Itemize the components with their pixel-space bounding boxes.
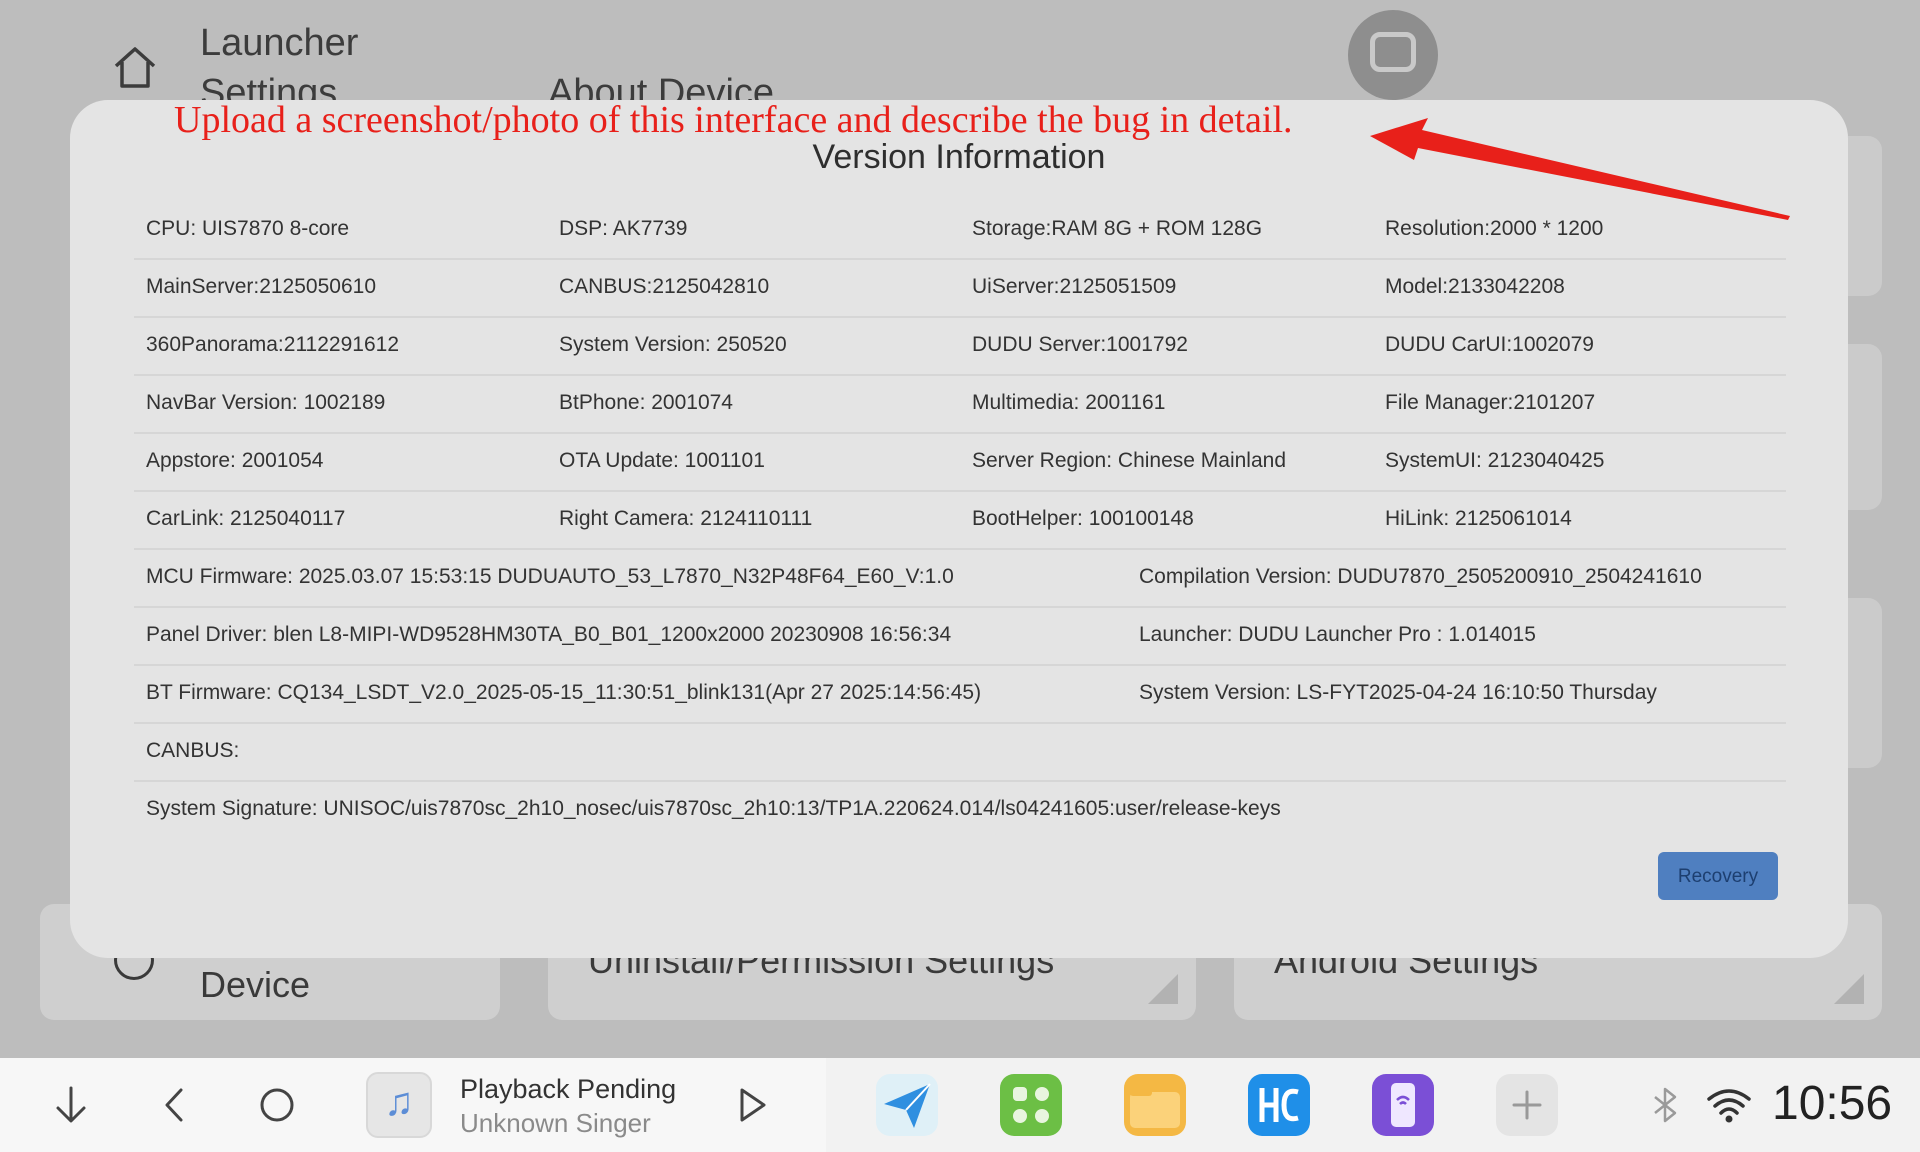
info-cell: CPU: UIS7870 8-core	[146, 217, 350, 240]
recovery-button[interactable]: Recovery	[1658, 852, 1778, 900]
background-header: Launcher Settings About Device	[0, 0, 1920, 114]
corner-triangle-icon	[1834, 974, 1864, 1004]
info-cell: File Manager:2101207	[1385, 391, 1596, 414]
car-seat-icon	[1370, 32, 1416, 72]
down-arrow-icon[interactable]	[46, 1080, 96, 1130]
taskbar: ♫ Playback Pending Unknown Singer 10:56	[0, 1058, 1920, 1152]
system-signature: System Signature: UNISOC/uis7870sc_2h10_…	[146, 797, 1281, 820]
home-circle-icon[interactable]	[252, 1080, 302, 1130]
info-cell: MainServer:2125050610	[146, 275, 376, 298]
hicar-app-icon[interactable]	[1248, 1074, 1310, 1136]
info-cell: OTA Update: 1001101	[559, 449, 765, 472]
canbus-label: CANBUS:	[146, 739, 240, 762]
track-title: Playback Pending	[460, 1074, 677, 1104]
navigation-app-icon[interactable]	[876, 1074, 938, 1136]
info-cell: DSP: AK7739	[559, 217, 688, 240]
info-row: NavBar Version: 1002189 BtPhone: 2001074…	[134, 374, 1786, 434]
play-icon[interactable]	[726, 1080, 776, 1130]
annotation-arrow-icon	[1370, 118, 1790, 220]
track-artist: Unknown Singer	[460, 1108, 651, 1138]
info-cell: Storage:RAM 8G + ROM 128G	[972, 217, 1263, 240]
info-cell: CANBUS:2125042810	[559, 275, 770, 298]
info-cell: UiServer:2125051509	[972, 275, 1177, 298]
panel-driver: Panel Driver: blen L8-MIPI-WD9528HM30TA_…	[146, 623, 952, 646]
info-cell: Multimedia: 2001161	[972, 391, 1166, 414]
info-row: MainServer:2125050610 CANBUS:2125042810 …	[134, 258, 1786, 318]
info-cell: BtPhone: 2001074	[559, 391, 733, 414]
info-cell: Appstore: 2001054	[146, 449, 324, 472]
wifi-icon[interactable]	[1704, 1080, 1754, 1130]
info-cell: 360Panorama:2112291612	[146, 333, 399, 356]
background-card-edge	[1848, 344, 1882, 510]
version-information-dialog: Version Information CPU: UIS7870 8-core …	[70, 100, 1848, 958]
clock: 10:56	[1772, 1077, 1893, 1130]
info-cell: Model:2133042208	[1385, 275, 1565, 298]
info-cell: NavBar Version: 1002189	[146, 391, 386, 414]
info-cell: SystemUI: 2123040425	[1385, 449, 1605, 472]
info-row-wide: BT Firmware: CQ134_LSDT_V2.0_2025-05-15_…	[134, 664, 1786, 724]
device-card-label: Device	[200, 964, 311, 1005]
home-icon[interactable]	[110, 42, 160, 92]
info-cell: Server Region: Chinese Mainland	[972, 449, 1287, 472]
background-card-edge	[1848, 136, 1882, 296]
system-version: System Version: LS-FYT2025-04-24 16:10:5…	[1139, 681, 1657, 704]
add-icon[interactable]	[1496, 1074, 1558, 1136]
launcher-version: Launcher: DUDU Launcher Pro : 1.014015	[1139, 623, 1536, 646]
info-cell: CarLink: 2125040117	[146, 507, 346, 530]
info-row: 360Panorama:2112291612 System Version: 2…	[134, 316, 1786, 376]
info-row-signature: System Signature: UNISOC/uis7870sc_2h10_…	[134, 780, 1786, 838]
bt-firmware: BT Firmware: CQ134_LSDT_V2.0_2025-05-15_…	[146, 681, 982, 704]
info-row: Appstore: 2001054 OTA Update: 1001101 Se…	[134, 432, 1786, 492]
phone-link-icon[interactable]	[1372, 1074, 1434, 1136]
bluetooth-icon[interactable]	[1640, 1080, 1690, 1130]
info-cell: System Version: 250520	[559, 333, 787, 356]
info-row-wide: MCU Firmware: 2025.03.07 15:53:15 DUDUAU…	[134, 548, 1786, 608]
album-art[interactable]: ♫	[366, 1072, 432, 1138]
info-cell: Right Camera: 2124110111	[559, 507, 813, 530]
file-manager-icon[interactable]	[1124, 1074, 1186, 1136]
music-note-icon: ♫	[384, 1080, 414, 1124]
apps-grid-icon[interactable]	[1000, 1074, 1062, 1136]
info-cell: BootHelper: 100100148	[972, 507, 1194, 530]
compilation-version: Compilation Version: DUDU7870_2505200910…	[1139, 565, 1702, 588]
bug-report-annotation: Upload a screenshot/photo of this interf…	[174, 99, 1293, 141]
background-card-edge	[1848, 598, 1882, 768]
info-row: CarLink: 2125040117 Right Camera: 212411…	[134, 490, 1786, 550]
mcu-firmware: MCU Firmware: 2025.03.07 15:53:15 DUDUAU…	[146, 565, 954, 588]
info-cell: HiLink: 2125061014	[1385, 507, 1572, 530]
avatar[interactable]	[1348, 10, 1438, 100]
back-icon[interactable]	[150, 1080, 200, 1130]
info-cell: DUDU Server:1001792	[972, 333, 1188, 356]
corner-triangle-icon	[1148, 974, 1178, 1004]
info-cell: DUDU CarUI:1002079	[1385, 333, 1594, 356]
info-row-canbus: CANBUS:	[134, 722, 1786, 782]
info-row-wide: Panel Driver: blen L8-MIPI-WD9528HM30TA_…	[134, 606, 1786, 666]
